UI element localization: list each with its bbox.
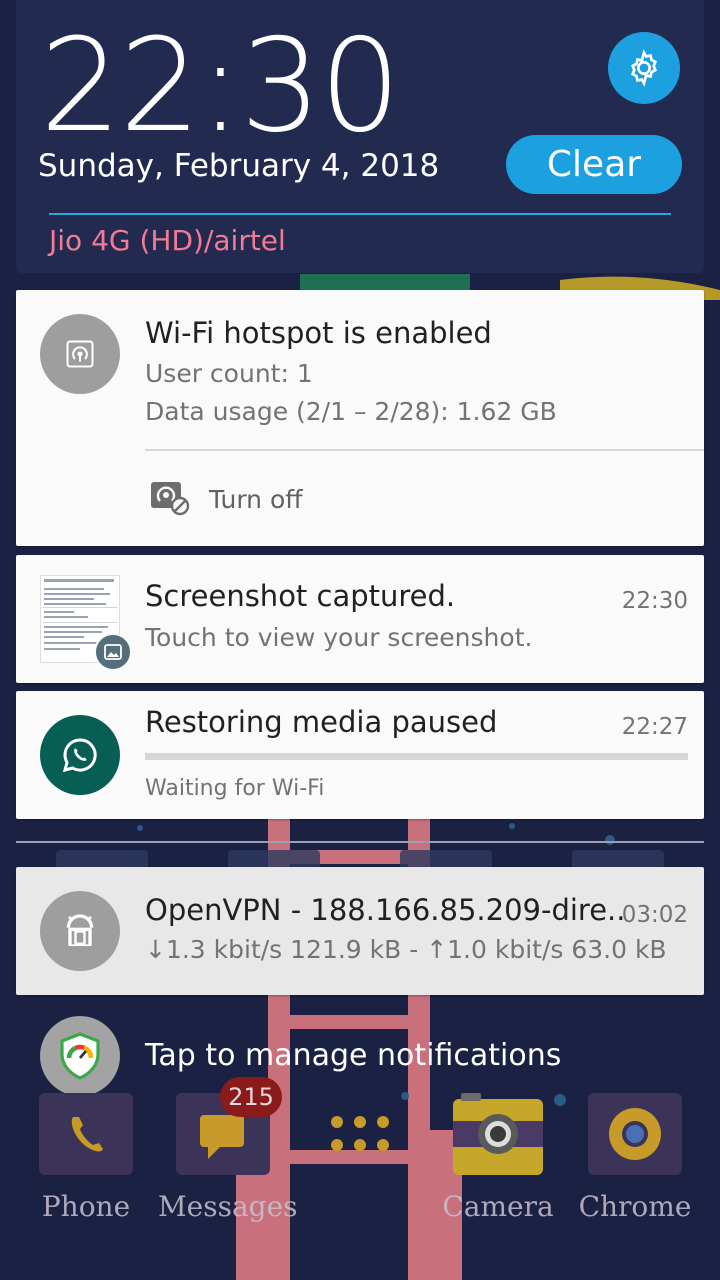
date-label: Sunday, February 4, 2018 <box>38 148 440 184</box>
notification-text: Touch to view your screenshot. <box>145 623 533 652</box>
notification-shade-header: 22:30 Sunday, February 4, 2018 Clear Jio… <box>16 0 704 273</box>
notification-text: ↓1.3 kbit/s 121.9 kB - ↑1.0 kbit/s 63.0 … <box>145 935 667 964</box>
notification-text: Data usage (2/1 – 2/28): 1.62 GB <box>145 397 557 426</box>
turn-off-button[interactable]: Turn off <box>209 485 302 514</box>
dock-label-chrome: Chrome <box>578 1190 692 1223</box>
shield-icon[interactable] <box>40 1016 120 1096</box>
notification-text: User count: 1 <box>145 359 313 388</box>
ongoing-divider <box>16 841 704 843</box>
clear-all-button[interactable]: Clear <box>506 135 682 194</box>
dock-label-camera: Camera <box>442 1190 554 1223</box>
hotspot-off-icon[interactable] <box>149 480 191 516</box>
notification-whatsapp[interactable]: Restoring media paused 22:27 Waiting for… <box>16 691 704 819</box>
notification-time: 03:02 <box>621 902 688 928</box>
notification-time: 22:30 <box>621 588 688 614</box>
whatsapp-icon <box>40 715 120 795</box>
action-divider <box>145 449 704 451</box>
header-divider <box>49 213 671 215</box>
app-drawer-icon[interactable] <box>313 1093 407 1175</box>
unread-count-badge: 215 <box>220 1077 282 1117</box>
notification-hotspot[interactable]: Wi-Fi hotspot is enabled User count: 1 D… <box>16 290 704 546</box>
hotspot-icon <box>40 314 120 394</box>
dock-label-phone: Phone <box>41 1190 131 1223</box>
progress-bar <box>145 753 688 760</box>
notification-text: Waiting for Wi-Fi <box>145 776 325 801</box>
camera-icon[interactable] <box>451 1093 545 1175</box>
dock-label-messages: Messages <box>158 1190 298 1223</box>
notification-openvpn[interactable]: OpenVPN - 188.166.85.209-dire.. 03:02 ↓1… <box>16 867 704 995</box>
notification-screenshot[interactable]: Screenshot captured. 22:30 Touch to view… <box>16 555 704 683</box>
phone-icon[interactable] <box>39 1093 133 1175</box>
notification-title: Screenshot captured. <box>145 579 456 613</box>
notification-time: 22:27 <box>621 714 688 740</box>
vpn-lock-icon <box>40 891 120 971</box>
clock: 22:30 <box>40 12 401 161</box>
notification-title: OpenVPN - 188.166.85.209-dire.. <box>145 893 626 927</box>
gallery-icon <box>94 633 132 671</box>
manage-notifications-link[interactable]: Tap to manage notifications <box>145 1038 561 1073</box>
gear-icon <box>630 49 658 87</box>
notification-title: Wi-Fi hotspot is enabled <box>145 316 492 350</box>
carrier-label: Jio 4G (HD)/airtel <box>49 224 286 257</box>
notification-title: Restoring media paused <box>145 705 498 739</box>
settings-button[interactable] <box>608 32 680 104</box>
chrome-icon[interactable] <box>588 1093 682 1175</box>
